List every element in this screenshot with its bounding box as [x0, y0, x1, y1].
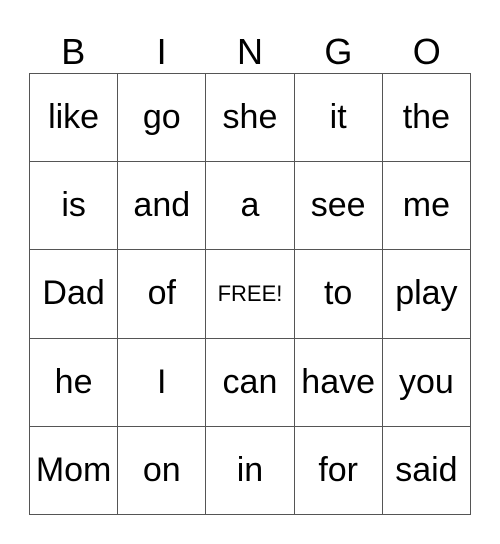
bingo-cell: the — [381, 72, 472, 163]
bingo-cell: said — [381, 425, 472, 516]
bingo-cell: on — [117, 425, 207, 516]
bingo-cell: of — [117, 249, 207, 339]
bingo-row: is and a see me — [28, 161, 472, 251]
bingo-cell: is — [28, 161, 119, 251]
bingo-cell: she — [205, 72, 295, 163]
header-letter: N — [236, 31, 263, 72]
bingo-cell: it — [293, 72, 383, 163]
bingo-header: B I N G O — [29, 30, 471, 74]
bingo-cell: see — [293, 161, 383, 251]
bingo-cell: have — [293, 337, 383, 427]
header-letter: I — [156, 31, 167, 72]
header-letter: O — [412, 31, 441, 72]
header-letter: B — [61, 31, 86, 72]
bingo-cell: he — [28, 337, 119, 427]
bingo-card: like go she it the is and a see me Dad of FREE! to pla… — [28, 72, 472, 516]
bingo-cell: me — [381, 161, 472, 251]
free-cell: FREE! — [205, 249, 295, 339]
bingo-cell: Dad — [28, 249, 119, 339]
bingo-row: Mom on in for said — [28, 425, 472, 516]
bingo-cell: to — [293, 249, 383, 339]
bingo-cell: and — [117, 161, 207, 251]
bingo-cell: a — [205, 161, 295, 251]
bingo-cell: in — [205, 425, 295, 516]
bingo-row: like go she it the — [28, 72, 472, 163]
bingo-cell: Mom — [28, 425, 119, 516]
bingo-cell: like — [28, 72, 119, 163]
bingo-row: he Ican have you — [28, 337, 472, 427]
bingo-row: Dad of FREE! to play — [28, 249, 472, 339]
bingo-cell: I — [117, 337, 207, 427]
bingo-cell: go — [117, 72, 207, 163]
bingo-cell: for — [293, 425, 383, 516]
bingo-cell: play — [381, 249, 472, 339]
bingo-cell: you — [381, 337, 472, 427]
header-letter: G — [324, 31, 353, 72]
bingo-cell: can — [205, 337, 295, 427]
